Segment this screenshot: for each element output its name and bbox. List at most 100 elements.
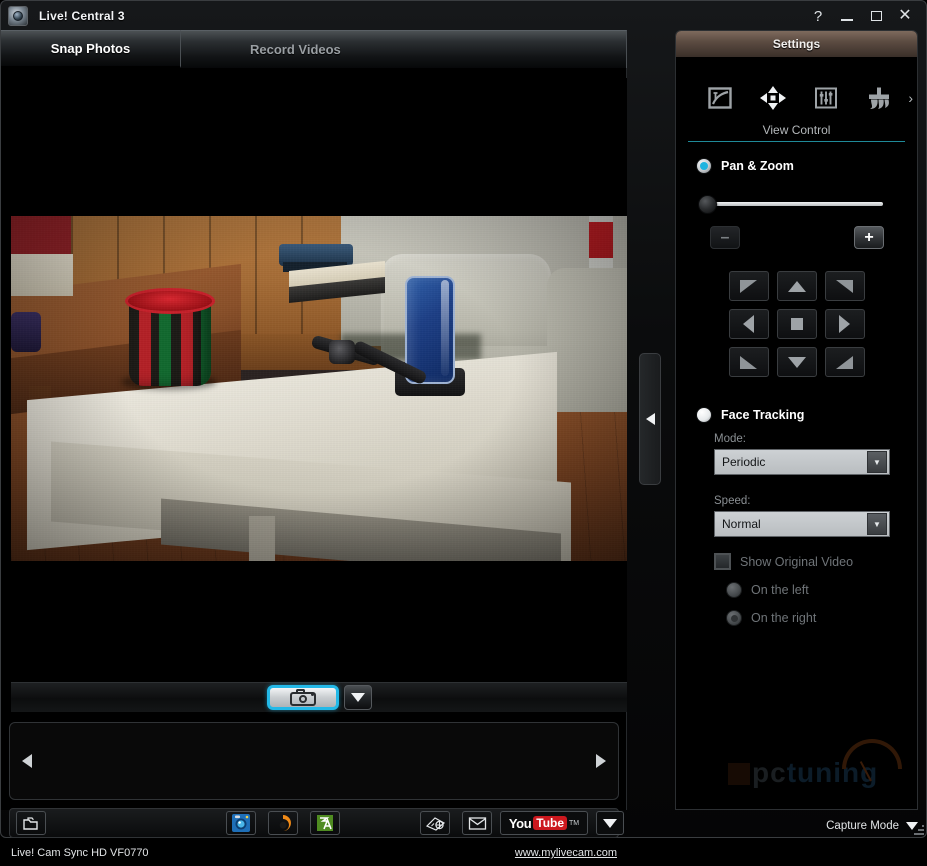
pan-up-right-button[interactable]: [824, 271, 865, 301]
watermark-gauge-arc: [842, 739, 902, 769]
mode-dropdown-arrow[interactable]: ▼: [867, 451, 887, 473]
video-preview[interactable]: [11, 216, 627, 561]
triangle-right-icon: [839, 315, 850, 333]
show-original-video-checkbox[interactable]: [714, 553, 731, 570]
folder-icon: [22, 816, 38, 830]
pan-down-button[interactable]: [776, 347, 817, 377]
adjustments-sliders-icon: [814, 87, 837, 109]
close-button[interactable]: ✕: [893, 5, 917, 27]
help-button[interactable]: ?: [806, 5, 830, 27]
speed-value: Normal: [722, 517, 761, 531]
on-the-right-radio[interactable]: [726, 610, 742, 626]
settings-tab-view-control[interactable]: [758, 83, 788, 113]
pan-up-left-button[interactable]: [728, 271, 769, 301]
maximize-button[interactable]: [864, 5, 888, 27]
app-logo-icon: [8, 6, 28, 26]
pctuning-watermark: pctuning: [718, 735, 908, 791]
on-the-left-label: On the left: [751, 583, 809, 597]
photo-album-icon: [317, 815, 333, 831]
speed-dropdown-arrow[interactable]: ▼: [867, 513, 887, 535]
square-stop-icon: [790, 318, 803, 330]
minimize-button[interactable]: [835, 5, 859, 27]
pan-zoom-radio[interactable]: [696, 158, 712, 174]
window-resize-grip[interactable]: [910, 821, 924, 835]
filmstrip-gallery[interactable]: [9, 722, 619, 800]
share-apps-group: [222, 811, 340, 835]
status-bar: Live! Cam Sync HD VF0770 www.mylivecam.c…: [1, 840, 627, 866]
pan-down-left-button[interactable]: [728, 347, 769, 377]
webcam-lens-icon: [13, 11, 23, 21]
mode-label: Mode:: [714, 433, 746, 445]
scene-bottle-label: [589, 222, 613, 258]
face-tracking-radio-row[interactable]: Face Tracking: [676, 407, 917, 423]
collapse-panel-handle[interactable]: [639, 353, 661, 485]
camera-icon: [289, 689, 316, 706]
pan-zoom-radio-row[interactable]: Pan & Zoom: [676, 158, 917, 174]
position-left-row[interactable]: On the left: [676, 582, 917, 598]
on-the-left-radio[interactable]: [726, 582, 742, 598]
speed-select[interactable]: Normal ▼: [714, 511, 890, 537]
youtube-tube-text: Tube: [533, 816, 568, 830]
filmstrip-prev-button[interactable]: [22, 754, 32, 768]
face-tracking-radio[interactable]: [696, 407, 712, 423]
minimize-icon: [841, 18, 853, 21]
triangle-sw-icon: [740, 355, 757, 369]
chevron-down-icon: [350, 693, 365, 702]
export-group: You Tube TM: [416, 811, 624, 835]
youtube-upload-button[interactable]: You Tube TM: [500, 811, 588, 835]
pan-center-button[interactable]: [776, 309, 817, 339]
filmstrip-next-button[interactable]: [596, 754, 606, 768]
open-folder-button[interactable]: [16, 811, 46, 835]
zoom-slider-thumb[interactable]: [698, 195, 717, 214]
settings-tab-effects-brush[interactable]: [864, 83, 894, 113]
tab-record-videos[interactable]: Record Videos: [181, 30, 627, 68]
youtube-you-text: You: [508, 815, 532, 831]
webcam-scene: [11, 216, 627, 561]
position-right-row[interactable]: On the right: [676, 610, 917, 626]
scene-bag: [11, 312, 41, 352]
settings-tab-adjustments[interactable]: [811, 83, 841, 113]
zoom-out-button[interactable]: –: [710, 226, 740, 249]
scene-white-table-leg: [249, 516, 275, 561]
zoom-in-button[interactable]: +: [854, 226, 884, 249]
chevron-right-icon[interactable]: ›: [908, 90, 913, 106]
capture-mode-button[interactable]: Capture Mode: [826, 820, 918, 832]
webcam-center-app-button[interactable]: [226, 811, 256, 835]
pan-left-button[interactable]: [728, 309, 769, 339]
pan-direction-pad: [728, 271, 865, 377]
creative-app-button[interactable]: [268, 811, 298, 835]
settings-header: Settings: [676, 31, 917, 57]
mylivecam-link[interactable]: www.mylivecam.com: [515, 847, 617, 859]
email-icon: [468, 817, 486, 830]
pan-tilt-icon: [760, 86, 787, 110]
snap-options-dropdown[interactable]: [343, 685, 372, 710]
capture-bar: [11, 682, 627, 712]
speed-label: Speed:: [714, 495, 751, 507]
webcam-center-icon: [232, 814, 250, 832]
zoom-slider[interactable]: [676, 192, 917, 214]
snap-photo-button[interactable]: [266, 685, 339, 710]
watermark-square: [728, 763, 750, 785]
mode-select[interactable]: Periodic ▼: [714, 449, 890, 475]
pan-down-right-button[interactable]: [824, 347, 865, 377]
triangle-down-icon: [787, 356, 806, 368]
triangle-se-icon: [836, 355, 853, 369]
zoom-buttons-row: – +: [676, 214, 917, 249]
youtube-options-dropdown[interactable]: [596, 811, 624, 835]
settings-tab-image-effects[interactable]: [705, 83, 735, 113]
main-pane: Snap Photos Record Videos You Tube TM Li…: [1, 30, 627, 859]
photo-album-app-button[interactable]: [310, 811, 340, 835]
show-original-video-row[interactable]: Show Original Video: [676, 553, 917, 570]
zoom-slider-track[interactable]: [714, 202, 883, 206]
device-name-label: Live! Cam Sync HD VF0770: [11, 847, 149, 859]
triangle-left-icon: [645, 413, 655, 425]
tab-snap-photos[interactable]: Snap Photos: [1, 30, 181, 68]
settings-section-title: View Control: [762, 123, 831, 137]
movie-export-button[interactable]: [420, 811, 450, 835]
tab-bar: Snap Photos Record Videos: [1, 30, 627, 68]
pan-up-button[interactable]: [776, 271, 817, 301]
show-original-video-label: Show Original Video: [740, 554, 854, 569]
email-button[interactable]: [462, 811, 492, 835]
pan-right-button[interactable]: [824, 309, 865, 339]
video-stage: [11, 78, 627, 682]
